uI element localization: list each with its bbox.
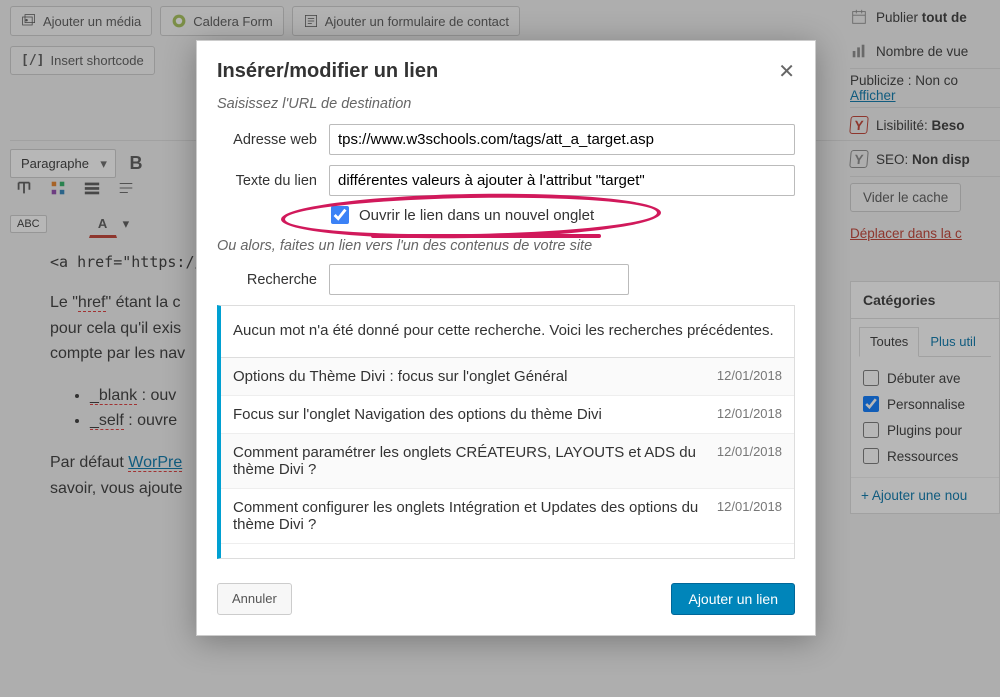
submit-button[interactable]: Ajouter un lien <box>671 583 795 615</box>
search-results: Aucun mot n'a été donné pour cette reche… <box>217 305 795 559</box>
link-text-label: Texte du lien <box>217 173 317 189</box>
result-item[interactable]: Comment paramétrer les onglets CRÉATEURS… <box>221 434 794 489</box>
url-label: Adresse web <box>217 132 317 148</box>
result-item-partial: · · · <box>221 544 794 558</box>
no-results-msg: Aucun mot n'a été donné pour cette reche… <box>221 306 794 358</box>
highlight-annotation <box>371 234 601 238</box>
link-text-input[interactable] <box>329 165 795 196</box>
cancel-button[interactable]: Annuler <box>217 583 292 615</box>
modal-title: Insérer/modifier un lien <box>217 60 438 83</box>
link-modal: Insérer/modifier un lien ✕ Saisissez l'U… <box>196 40 816 636</box>
search-label: Recherche <box>217 272 317 288</box>
result-item[interactable]: Comment configurer les onglets Intégrati… <box>221 489 794 544</box>
result-item[interactable]: Options du Thème Divi : focus sur l'ongl… <box>221 358 794 396</box>
result-item[interactable]: Focus sur l'onglet Navigation des option… <box>221 396 794 434</box>
search-input[interactable] <box>329 264 629 295</box>
modal-hint: Saisissez l'URL de destination <box>217 96 795 112</box>
url-input[interactable] <box>329 124 795 155</box>
close-icon[interactable]: ✕ <box>778 59 795 84</box>
modal-hint-2: Ou alors, faites un lien vers l'un des c… <box>217 238 795 254</box>
